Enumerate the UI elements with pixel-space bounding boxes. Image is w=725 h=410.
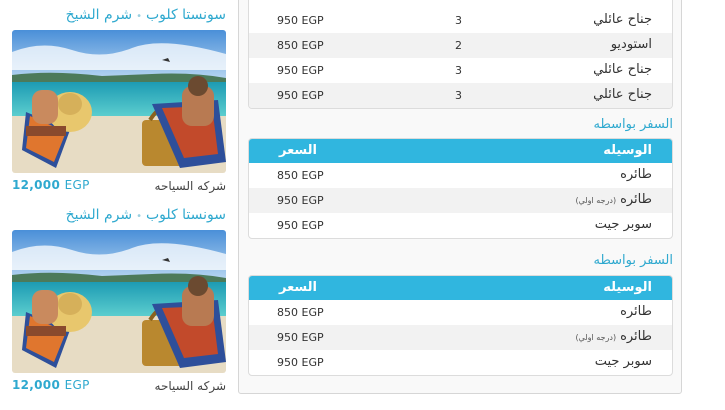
- method-label: سوبر جيت: [594, 354, 652, 369]
- table-row: طائره 850 EGP: [249, 300, 672, 325]
- offer-card[interactable]: سونستا كلوب•شرم الشيخ 12,000 EGP شركه ال…: [0, 200, 236, 400]
- transport-price: 950 EGP: [277, 194, 324, 207]
- table-row: [249, 0, 672, 8]
- offer-price: 12,000 EGP: [12, 178, 90, 192]
- header-method: الوسيله: [603, 280, 652, 295]
- table-header: الوسيله السعر: [249, 276, 672, 300]
- price-amount: 12,000: [12, 178, 61, 192]
- table-row: جناح عائلي 3 950 EGP: [249, 8, 672, 33]
- offer-image[interactable]: [12, 30, 226, 173]
- offer-image[interactable]: [12, 230, 226, 373]
- room-type: استوديو: [610, 37, 652, 52]
- room-price: 950 EGP: [277, 64, 324, 77]
- transport-price: 950 EGP: [277, 331, 324, 344]
- transport-method: طائره(درجه اولي): [575, 329, 652, 344]
- title-separator: •: [136, 11, 142, 22]
- method-label: طائره: [620, 329, 652, 344]
- table-header: الوسيله السعر: [249, 139, 672, 163]
- transport-method: طائره: [620, 304, 652, 319]
- offers-list: سونستا كلوب•شرم الشيخ 12,000 EGP شركه ال…: [0, 0, 236, 410]
- room-count: 2: [455, 39, 462, 52]
- room-type: جناح عائلي: [593, 87, 652, 102]
- method-note: (درجه اولي): [575, 333, 617, 342]
- table-row: طائره(درجه اولي) 950 EGP: [249, 188, 672, 213]
- transport-price: 850 EGP: [277, 169, 324, 182]
- transport-table: الوسيله السعر طائره 850 EGP طائره(درجه ا…: [248, 275, 673, 376]
- transport-method: طائره: [620, 167, 652, 182]
- offer-price: 12,000 EGP: [12, 378, 90, 392]
- room-price: 950 EGP: [277, 14, 324, 27]
- transport-table: الوسيله السعر طائره 850 EGP طائره(درجه ا…: [248, 138, 673, 239]
- method-label: طائره: [620, 304, 652, 319]
- room-type: جناح عائلي: [593, 12, 652, 27]
- offer-title[interactable]: سونستا كلوب•شرم الشيخ: [12, 204, 226, 226]
- offer-details-panel: جناح عائلي 3 950 EGP استوديو 2 850 EGP ج…: [238, 0, 682, 394]
- method-label: طائره: [620, 192, 652, 207]
- room-count: 3: [455, 64, 462, 77]
- offer-company[interactable]: شركه السياحه: [155, 179, 226, 193]
- table-row: جناح عائلي 3 950 EGP: [249, 83, 672, 108]
- method-label: طائره: [620, 167, 652, 182]
- table-row: طائره 850 EGP: [249, 163, 672, 188]
- room-count: 3: [455, 14, 462, 27]
- transport-price: 950 EGP: [277, 356, 324, 369]
- offer-hotel: سونستا كلوب: [145, 7, 226, 23]
- transport-price: 950 EGP: [277, 219, 324, 232]
- transport-method: سوبر جيت: [595, 217, 652, 232]
- offer-destination: شرم الشيخ: [65, 7, 133, 23]
- price-currency: EGP: [64, 178, 90, 192]
- transport-price: 850 EGP: [277, 306, 324, 319]
- room-price: 950 EGP: [277, 89, 324, 102]
- title-separator: •: [136, 211, 142, 222]
- offer-footer: 12,000 EGP شركه السياحه: [12, 176, 226, 196]
- offer-hotel: سونستا كلوب: [145, 207, 226, 223]
- table-row: طائره(درجه اولي) 950 EGP: [249, 325, 672, 350]
- transport-section-title: السفر بواسطه: [593, 253, 673, 268]
- offer-destination: شرم الشيخ: [65, 207, 133, 223]
- offer-card[interactable]: سونستا كلوب•شرم الشيخ 12,000 EGP شركه ال…: [0, 0, 236, 200]
- method-label: سوبر جيت: [594, 217, 652, 232]
- offer-company[interactable]: شركه السياحه: [155, 379, 226, 393]
- offer-footer: 12,000 EGP شركه السياحه: [12, 376, 226, 396]
- header-price: السعر: [279, 143, 317, 158]
- table-row: جناح عائلي 3 950 EGP: [249, 58, 672, 83]
- transport-section-title: السفر بواسطه: [593, 117, 673, 132]
- price-currency: EGP: [64, 378, 90, 392]
- rooms-table: جناح عائلي 3 950 EGP استوديو 2 850 EGP ج…: [248, 0, 673, 109]
- table-row: سوبر جيت 950 EGP: [249, 213, 672, 238]
- room-type: جناح عائلي: [593, 62, 652, 77]
- header-method: الوسيله: [603, 143, 652, 158]
- table-row: سوبر جيت 950 EGP: [249, 350, 672, 375]
- table-row: استوديو 2 850 EGP: [249, 33, 672, 58]
- transport-method: طائره(درجه اولي): [575, 192, 652, 207]
- room-count: 3: [455, 89, 462, 102]
- room-price: 850 EGP: [277, 39, 324, 52]
- offer-title[interactable]: سونستا كلوب•شرم الشيخ: [12, 4, 226, 26]
- price-amount: 12,000: [12, 378, 61, 392]
- header-price: السعر: [279, 280, 317, 295]
- method-note: (درجه اولي): [575, 196, 617, 205]
- transport-method: سوبر جيت: [595, 354, 652, 369]
